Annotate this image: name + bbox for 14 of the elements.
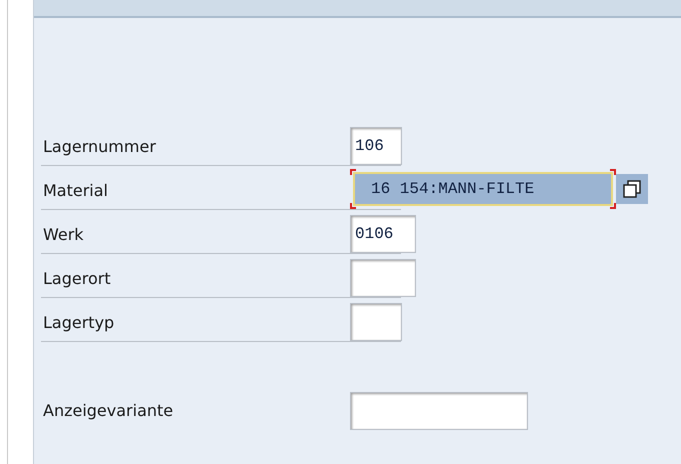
input-field[interactable] <box>350 392 528 430</box>
field-label: Lagertyp <box>42 312 116 334</box>
field-label: Anzeigevariante <box>42 400 174 422</box>
input-field[interactable]: 0106 <box>350 215 416 253</box>
input-field[interactable]: 106 <box>350 127 402 165</box>
field-label: Lagernummer <box>42 136 157 158</box>
copy-icon <box>622 179 642 199</box>
field-label: Lagerort <box>42 268 112 290</box>
value-help-button[interactable] <box>616 174 648 204</box>
field-label: Werk <box>42 224 85 246</box>
input-field[interactable] <box>350 259 416 297</box>
input-field[interactable] <box>350 303 402 341</box>
field-label: Material <box>42 180 109 202</box>
material-field[interactable]: 16 154:MANN-FILTE <box>353 172 613 206</box>
